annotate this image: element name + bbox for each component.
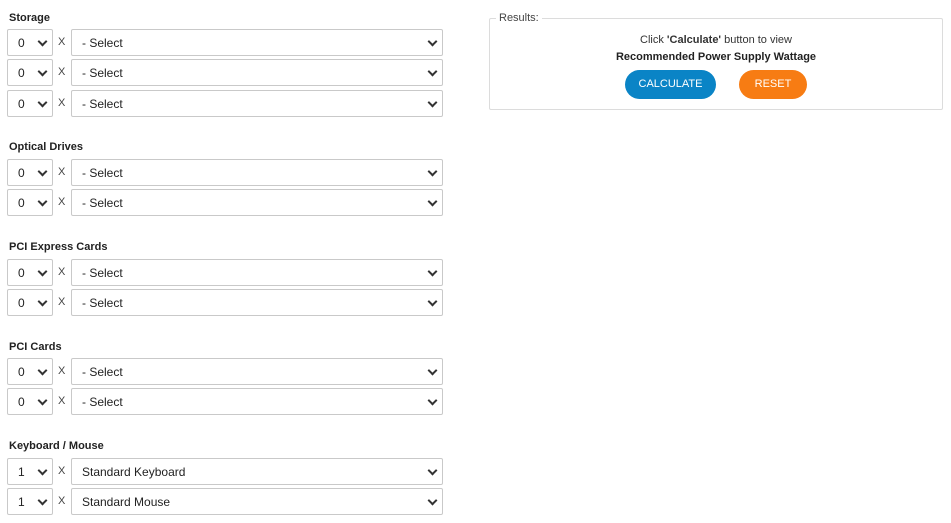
quantity-select[interactable]: 0 bbox=[7, 358, 53, 385]
multiply-symbol: X bbox=[58, 395, 66, 407]
chevron-down-icon bbox=[427, 266, 438, 277]
multiply-symbol: X bbox=[58, 166, 66, 178]
component-select[interactable]: Standard Keyboard bbox=[71, 458, 443, 485]
chevron-down-icon bbox=[37, 395, 48, 406]
reset-button[interactable]: RESET bbox=[739, 70, 807, 99]
chevron-down-icon bbox=[37, 365, 48, 376]
quantity-select[interactable]: 1 bbox=[7, 488, 53, 515]
calculate-emphasis: 'Calculate' bbox=[666, 34, 722, 46]
component-select[interactable]: - Select bbox=[71, 29, 443, 56]
chevron-down-icon bbox=[37, 166, 48, 177]
calculate-button[interactable]: CALCULATE bbox=[625, 70, 716, 99]
quantity-select[interactable]: 0 bbox=[7, 388, 53, 415]
component-select[interactable]: - Select bbox=[71, 159, 443, 186]
quantity-select[interactable]: 1 bbox=[7, 458, 53, 485]
chevron-down-icon bbox=[427, 36, 438, 47]
component-select[interactable]: Standard Mouse bbox=[71, 488, 443, 515]
multiply-symbol: X bbox=[58, 66, 66, 78]
results-heading: Recommended Power Supply Wattage bbox=[615, 51, 817, 63]
component-select[interactable]: - Select bbox=[71, 90, 443, 117]
chevron-down-icon bbox=[37, 296, 48, 307]
multiply-symbol: X bbox=[58, 365, 66, 377]
chevron-down-icon bbox=[427, 166, 438, 177]
quantity-select[interactable]: 0 bbox=[7, 90, 53, 117]
section-title-pci-cards: PCI Cards bbox=[9, 341, 62, 353]
component-select[interactable]: - Select bbox=[71, 189, 443, 216]
quantity-select[interactable]: 0 bbox=[7, 289, 53, 316]
quantity-select[interactable]: 0 bbox=[7, 259, 53, 286]
chevron-down-icon bbox=[427, 395, 438, 406]
chevron-down-icon bbox=[427, 196, 438, 207]
component-select[interactable]: - Select bbox=[71, 59, 443, 86]
multiply-symbol: X bbox=[58, 36, 66, 48]
chevron-down-icon bbox=[427, 296, 438, 307]
multiply-symbol: X bbox=[58, 97, 66, 109]
chevron-down-icon bbox=[37, 465, 48, 476]
chevron-down-icon bbox=[427, 97, 438, 108]
chevron-down-icon bbox=[37, 97, 48, 108]
component-select[interactable]: - Select bbox=[71, 388, 443, 415]
section-title-storage: Storage bbox=[9, 12, 50, 24]
quantity-select[interactable]: 0 bbox=[7, 159, 53, 186]
chevron-down-icon bbox=[427, 465, 438, 476]
quantity-select[interactable]: 0 bbox=[7, 189, 53, 216]
chevron-down-icon bbox=[37, 66, 48, 77]
multiply-symbol: X bbox=[58, 495, 66, 507]
section-title-keyboard-mouse: Keyboard / Mouse bbox=[9, 440, 104, 452]
multiply-symbol: X bbox=[58, 465, 66, 477]
multiply-symbol: X bbox=[58, 296, 66, 308]
quantity-select[interactable]: 0 bbox=[7, 29, 53, 56]
chevron-down-icon bbox=[427, 495, 438, 506]
quantity-select[interactable]: 0 bbox=[7, 59, 53, 86]
chevron-down-icon bbox=[37, 266, 48, 277]
results-legend: Results: bbox=[496, 12, 542, 24]
chevron-down-icon bbox=[37, 495, 48, 506]
component-select[interactable]: - Select bbox=[71, 289, 443, 316]
chevron-down-icon bbox=[37, 36, 48, 47]
multiply-symbol: X bbox=[58, 196, 66, 208]
component-select[interactable]: - Select bbox=[71, 358, 443, 385]
section-title-optical-drives: Optical Drives bbox=[9, 141, 83, 153]
multiply-symbol: X bbox=[58, 266, 66, 278]
component-select[interactable]: - Select bbox=[71, 259, 443, 286]
results-instruction: Click 'Calculate' button to view bbox=[640, 34, 792, 46]
section-title-pci-express-cards: PCI Express Cards bbox=[9, 241, 108, 253]
chevron-down-icon bbox=[427, 66, 438, 77]
results-panel: Results: Click 'Calculate' button to vie… bbox=[489, 12, 943, 110]
chevron-down-icon bbox=[427, 365, 438, 376]
chevron-down-icon bbox=[37, 196, 48, 207]
